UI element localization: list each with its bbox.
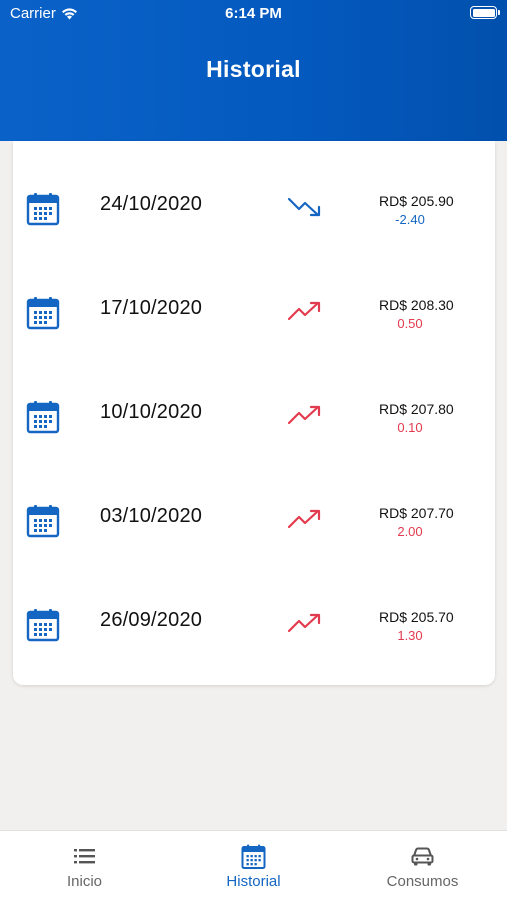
battery-icon xyxy=(470,6,500,19)
tab-label: Consumos xyxy=(386,873,459,890)
tab-inicio[interactable]: Inicio xyxy=(0,831,169,900)
calendar-icon xyxy=(241,844,266,869)
car-icon xyxy=(411,847,434,866)
history-row[interactable]: 24/10/2020 RD$ 205.90 -2.40 xyxy=(13,141,495,245)
page-title: Historial xyxy=(206,56,301,82)
history-date: 10/10/2020 xyxy=(100,401,203,423)
tab-bar: Inicio Historial Consumos xyxy=(0,830,507,900)
history-price: RD$ 205.70 xyxy=(379,609,454,625)
tab-label: Inicio xyxy=(66,873,103,890)
calendar-icon xyxy=(26,401,60,434)
tab-consumos[interactable]: Consumos xyxy=(338,831,507,900)
history-row[interactable]: 03/10/2020 RD$ 207.70 2.00 xyxy=(13,453,495,557)
calendar-icon xyxy=(26,193,60,226)
history-price: RD$ 208.30 xyxy=(379,297,454,313)
history-price: RD$ 205.90 xyxy=(379,193,454,209)
calendar-icon xyxy=(26,609,60,642)
history-change: 0.10 xyxy=(397,420,423,435)
history-card: 24/10/2020 RD$ 205.90 -2.40 17/10/2020 R… xyxy=(13,141,495,685)
tab-historial[interactable]: Historial xyxy=(169,831,338,900)
history-change: -2.40 xyxy=(395,212,425,227)
status-bar: Carrier 6:14 PM xyxy=(0,0,507,28)
history-row[interactable]: 10/10/2020 RD$ 207.80 0.10 xyxy=(13,349,495,453)
list-icon xyxy=(74,849,95,864)
history-price: RD$ 207.70 xyxy=(379,505,454,521)
history-change: 2.00 xyxy=(397,524,423,539)
history-change: 0.50 xyxy=(397,316,423,331)
trending-up-icon xyxy=(287,405,321,425)
calendar-icon xyxy=(26,505,60,538)
history-date: 17/10/2020 xyxy=(100,297,203,319)
trending-down-icon xyxy=(287,197,321,217)
history-row[interactable]: 26/09/2020 RD$ 205.70 1.30 xyxy=(13,557,495,661)
history-change: 1.30 xyxy=(397,628,423,643)
history-price: RD$ 207.80 xyxy=(379,401,454,417)
status-time: 6:14 PM xyxy=(225,5,282,22)
trending-up-icon xyxy=(287,509,321,529)
history-row[interactable]: 17/10/2020 RD$ 208.30 0.50 xyxy=(13,245,495,349)
history-date: 03/10/2020 xyxy=(100,505,203,527)
trending-up-icon xyxy=(287,301,321,321)
tab-label: Historial xyxy=(226,873,281,890)
calendar-icon xyxy=(26,297,60,330)
history-date: 26/09/2020 xyxy=(100,609,203,631)
app-header: Carrier 6:14 PM Historial xyxy=(0,0,507,141)
trending-up-icon xyxy=(287,613,321,633)
history-date: 24/10/2020 xyxy=(100,193,203,215)
